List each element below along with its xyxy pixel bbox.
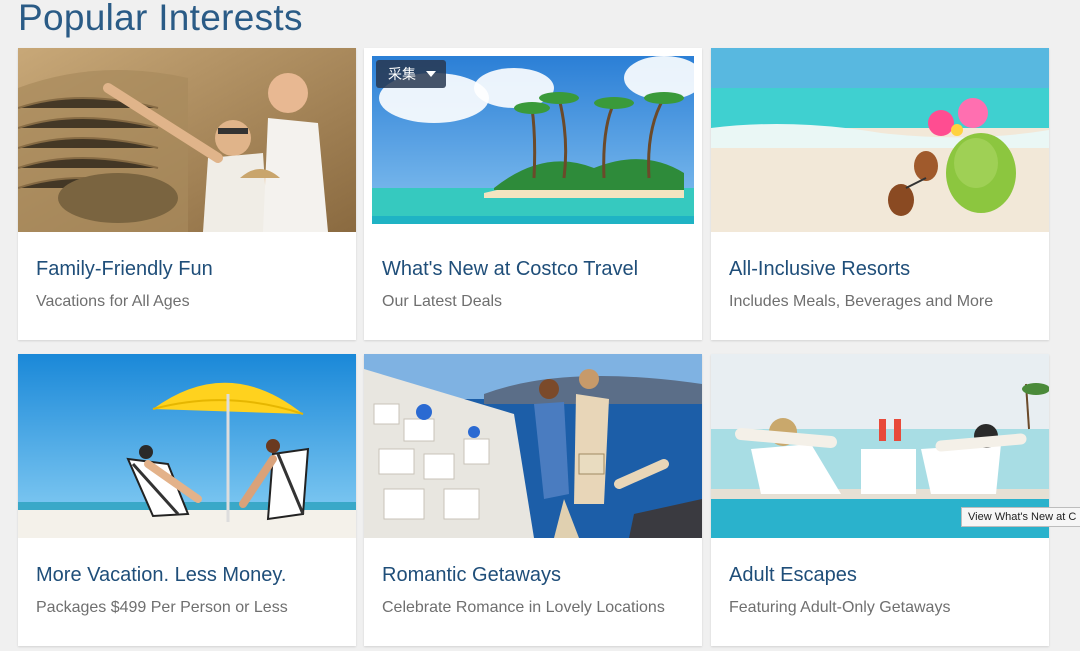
card-subtitle: Vacations for All Ages <box>36 293 190 310</box>
chevron-down-icon <box>426 71 436 77</box>
card-family-friendly-fun[interactable]: Family-Friendly Fun Vacations for All Ag… <box>18 48 356 340</box>
island-photo[interactable]: 采集 <box>364 48 702 232</box>
card-title[interactable]: Family-Friendly Fun <box>36 258 213 281</box>
card-title[interactable]: More Vacation. Less Money. <box>36 564 287 587</box>
card-subtitle: Packages $499 Per Person or Less <box>36 599 288 616</box>
coconut-beach-photo[interactable] <box>711 48 1049 232</box>
card-subtitle: Our Latest Deals <box>382 293 503 310</box>
card-romantic-getaways[interactable]: Romantic Getaways Celebrate Romance in L… <box>364 354 702 646</box>
card-subtitle: Featuring Adult-Only Getaways <box>729 599 951 616</box>
collect-button[interactable]: 采集 <box>376 60 446 88</box>
card-subtitle: Celebrate Romance in Lovely Locations <box>382 599 665 616</box>
card-whats-new[interactable]: 采集 What's New at Costco Travel Our Lates… <box>364 48 702 340</box>
card-title[interactable]: What's New at Costco Travel <box>382 258 638 281</box>
card-title[interactable]: All-Inclusive Resorts <box>729 258 910 281</box>
card-more-vacation[interactable]: More Vacation. Less Money. Packages $499… <box>18 354 356 646</box>
card-all-inclusive[interactable]: All-Inclusive Resorts Includes Meals, Be… <box>711 48 1049 340</box>
page-title: Popular Interests <box>18 0 303 38</box>
card-adult-escapes[interactable]: Adult Escapes Featuring Adult-Only Getaw… <box>711 354 1049 646</box>
collect-label: 采集 <box>388 66 416 82</box>
santorini-couple-photo[interactable] <box>364 354 702 538</box>
card-title[interactable]: Romantic Getaways <box>382 564 561 587</box>
umbrella-beach-photo[interactable] <box>18 354 356 538</box>
card-subtitle: Includes Meals, Beverages and More <box>729 293 994 310</box>
link-tooltip: View What's New at C <box>961 507 1080 527</box>
family-photo[interactable] <box>18 48 356 232</box>
card-title[interactable]: Adult Escapes <box>729 564 857 587</box>
